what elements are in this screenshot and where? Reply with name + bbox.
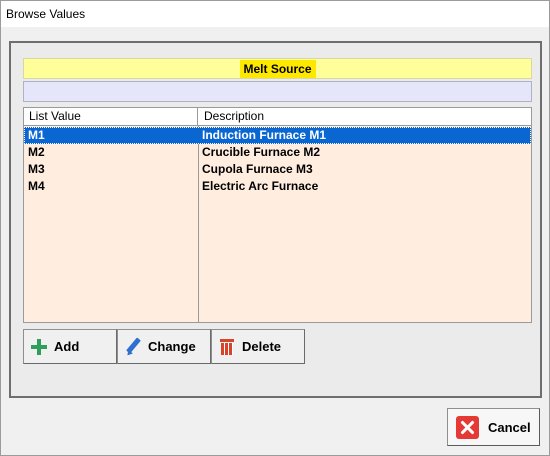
filter-input[interactable] bbox=[23, 81, 532, 102]
close-icon bbox=[456, 415, 479, 439]
cell-list-value: M3 bbox=[28, 162, 45, 176]
delete-button-label: Delete bbox=[242, 339, 282, 354]
cell-description: Cupola Furnace M3 bbox=[202, 162, 313, 176]
cell-description: Electric Arc Furnace bbox=[202, 179, 319, 193]
trash-icon bbox=[218, 338, 236, 356]
change-button[interactable]: Change bbox=[117, 329, 211, 364]
grid-header: List Value Description bbox=[24, 108, 531, 126]
column-header-list-value[interactable]: List Value bbox=[24, 108, 198, 125]
table-row[interactable]: M1 Induction Furnace M1 bbox=[24, 127, 531, 144]
list-heading: Melt Source bbox=[239, 60, 316, 78]
column-header-description[interactable]: Description bbox=[199, 108, 531, 125]
table-row[interactable]: M2 Crucible Furnace M2 bbox=[24, 144, 531, 161]
cancel-button[interactable]: Cancel bbox=[447, 408, 540, 446]
cell-list-value: M2 bbox=[28, 145, 45, 159]
plus-icon bbox=[30, 338, 48, 356]
table-row[interactable]: M4 Electric Arc Furnace bbox=[24, 178, 531, 195]
window-title: Browse Values bbox=[1, 1, 549, 27]
change-button-label: Change bbox=[148, 339, 196, 354]
heading-bar: Melt Source bbox=[23, 58, 532, 79]
cell-description: Crucible Furnace M2 bbox=[202, 145, 321, 159]
values-panel: Melt Source List Value Description M1 In… bbox=[9, 41, 542, 398]
pencil-icon bbox=[124, 338, 142, 356]
values-grid[interactable]: List Value Description M1 Induction Furn… bbox=[23, 107, 532, 323]
window-client-area: Melt Source List Value Description M1 In… bbox=[1, 27, 549, 455]
browse-values-window: Browse Values Melt Source List Value Des… bbox=[0, 0, 550, 456]
cell-list-value: M1 bbox=[28, 128, 45, 142]
add-button-label: Add bbox=[54, 339, 80, 354]
cancel-button-label: Cancel bbox=[488, 419, 531, 435]
table-row[interactable]: M3 Cupola Furnace M3 bbox=[24, 161, 531, 178]
delete-button[interactable]: Delete bbox=[211, 329, 305, 364]
cell-description: Induction Furnace M1 bbox=[202, 128, 327, 142]
cell-list-value: M4 bbox=[28, 179, 45, 193]
add-button[interactable]: Add bbox=[23, 329, 117, 364]
grid-rows: M1 Induction Furnace M1 M2 Crucible Furn… bbox=[24, 127, 531, 195]
